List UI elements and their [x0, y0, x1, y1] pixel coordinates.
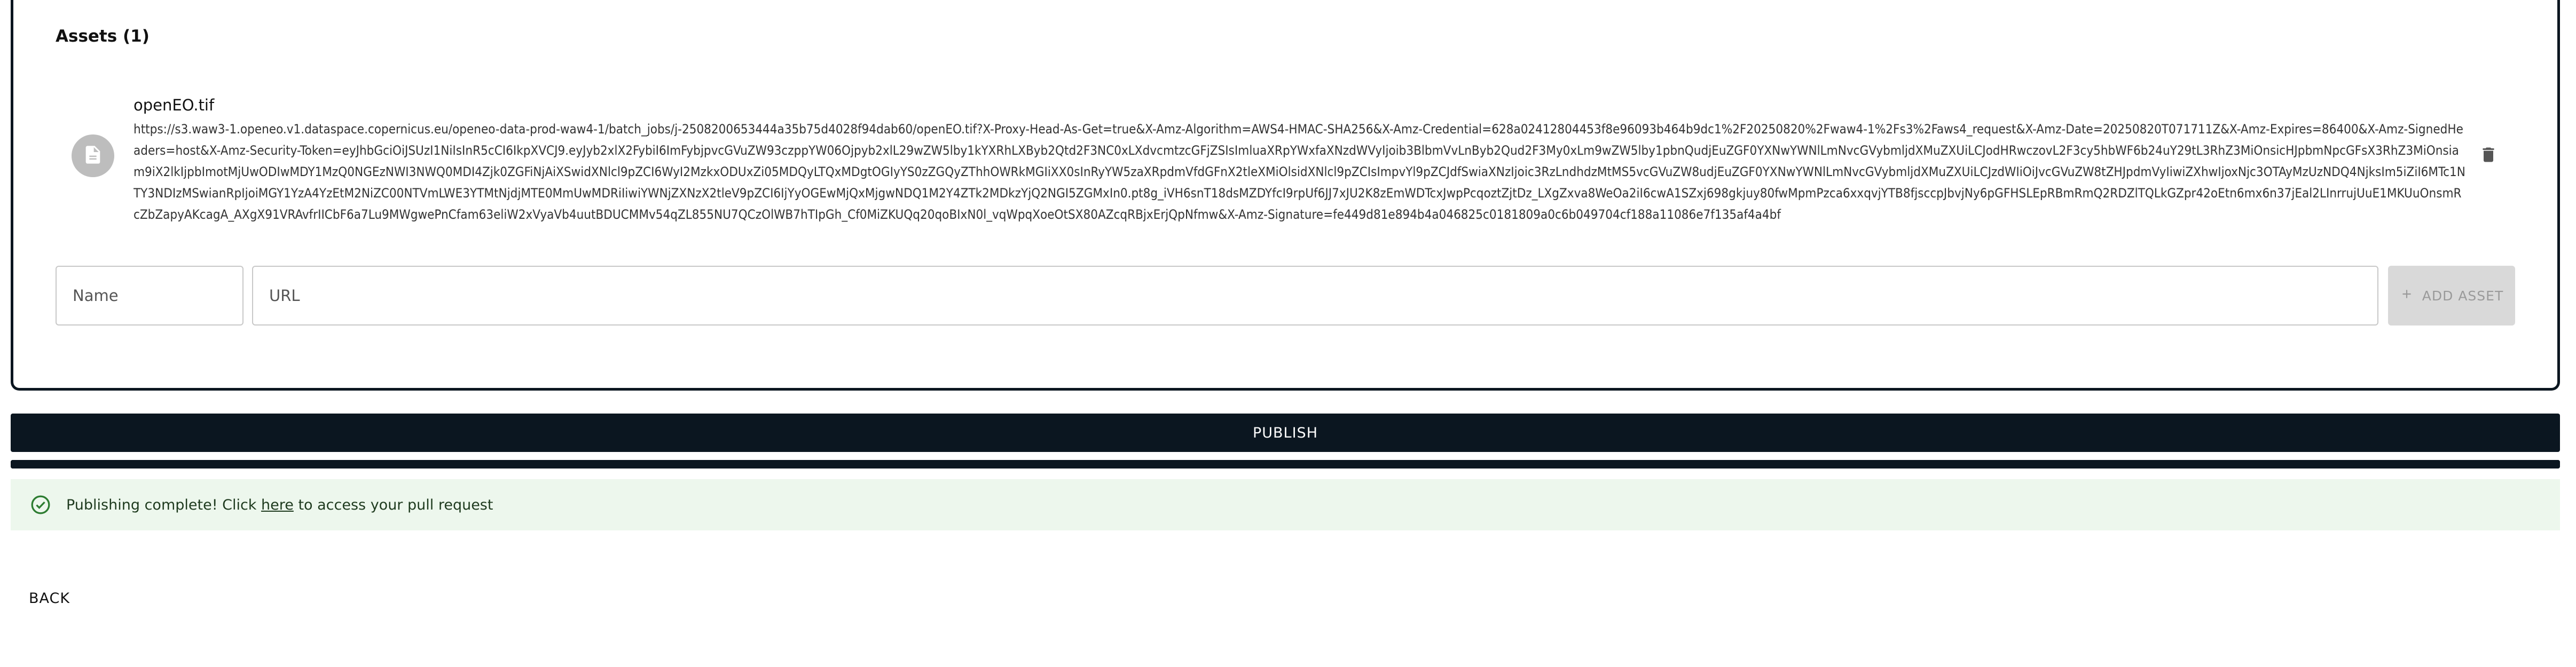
success-message: Publishing complete! Click here to acces… — [66, 497, 493, 513]
asset-name-input[interactable] — [72, 286, 227, 305]
asset-url-field[interactable] — [252, 266, 2378, 325]
asset-avatar — [72, 134, 114, 177]
asset-url: https://s3.waw3-1.openeo.v1.dataspace.co… — [133, 122, 2465, 222]
add-asset-button[interactable]: ADD ASSET — [2388, 266, 2515, 325]
add-asset-label: ADD ASSET — [2422, 288, 2504, 304]
delete-asset-button[interactable] — [2470, 138, 2507, 174]
plus-icon — [2400, 287, 2414, 304]
pull-request-link[interactable]: here — [261, 497, 294, 513]
asset-name: openEO.tif — [133, 96, 215, 114]
success-alert: Publishing complete! Click here to acces… — [11, 479, 2560, 530]
asset-list-item: openEO.tif https://s3.waw3-1.openeo.v1.d… — [56, 75, 2515, 235]
success-message-prefix: Publishing complete! Click — [66, 496, 262, 513]
assets-heading: Assets (1) — [56, 27, 150, 46]
trash-icon — [2479, 145, 2498, 166]
publish-progress-bar — [11, 460, 2560, 469]
publish-progress-fill — [11, 460, 2560, 469]
file-icon — [82, 144, 104, 168]
asset-url-input[interactable] — [268, 286, 2362, 305]
check-circle-icon — [30, 494, 51, 515]
publish-label: PUBLISH — [1252, 424, 1318, 441]
publish-button[interactable]: PUBLISH — [11, 414, 2560, 452]
asset-name-field[interactable] — [56, 266, 244, 325]
success-message-suffix: to access your pull request — [293, 496, 493, 513]
back-button[interactable]: BACK — [29, 590, 70, 607]
